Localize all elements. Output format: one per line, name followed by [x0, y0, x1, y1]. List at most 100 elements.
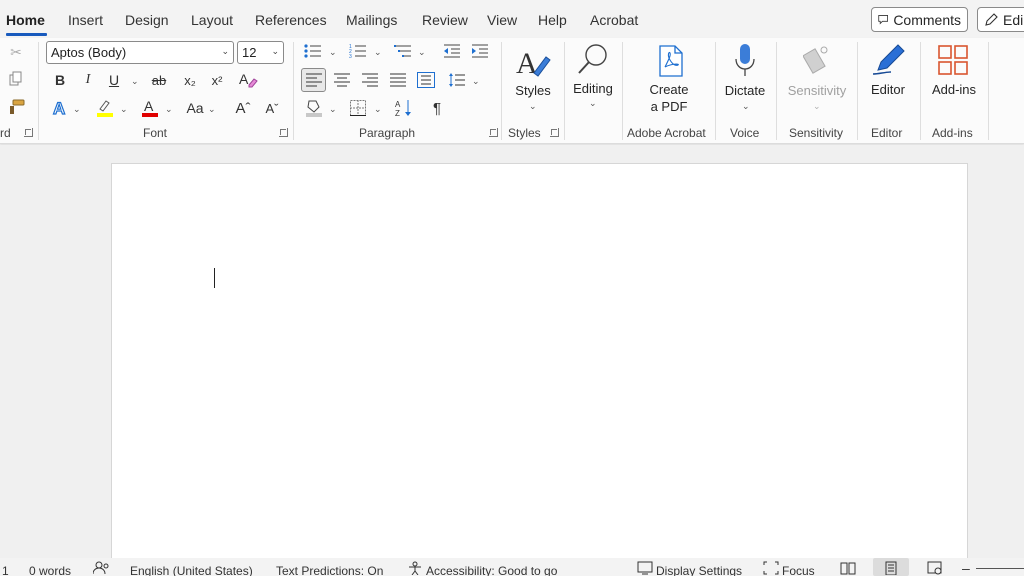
numbering-icon[interactable]: 123 — [348, 42, 368, 60]
italic-button[interactable]: I — [80, 71, 96, 89]
editor-pen-icon[interactable] — [872, 43, 906, 77]
distribute-icon[interactable] — [416, 71, 436, 89]
editing-mode-button[interactable]: Edi — [977, 7, 1024, 32]
show-formatting-marks-button[interactable]: ¶ — [428, 98, 446, 118]
zoom-slider-track[interactable] — [976, 568, 1024, 569]
focus-icon[interactable] — [763, 561, 779, 576]
tab-mailings[interactable]: Mailings — [346, 12, 397, 28]
text-predictions-status[interactable]: Text Predictions: On — [276, 564, 383, 576]
tab-layout[interactable]: Layout — [191, 12, 233, 28]
font-color-icon[interactable]: A — [140, 98, 160, 118]
styles-icon[interactable]: A — [514, 43, 552, 81]
multilevel-list-icon[interactable] — [393, 42, 413, 60]
underline-button[interactable]: U — [106, 71, 122, 89]
bullets-icon[interactable] — [303, 42, 323, 60]
chevron-down-icon[interactable]: ⌄ — [418, 47, 426, 58]
increase-indent-icon[interactable] — [470, 42, 490, 60]
copy-icon[interactable] — [8, 71, 24, 87]
accessibility-status[interactable]: Accessibility: Good to go — [426, 564, 557, 576]
borders-icon[interactable] — [348, 98, 368, 118]
addins-grid-icon[interactable] — [938, 45, 968, 75]
decrease-indent-icon[interactable] — [442, 42, 462, 60]
focus-button[interactable]: Focus — [782, 564, 815, 576]
editing-button-label[interactable]: Editing — [570, 81, 616, 96]
accessibility-icon[interactable] — [407, 561, 423, 576]
font-size-combo[interactable]: 12 ⌄ — [237, 41, 284, 64]
read-mode-icon[interactable] — [840, 561, 856, 576]
create-pdf-line1[interactable]: Create — [640, 82, 698, 97]
tab-insert[interactable]: Insert — [68, 12, 103, 28]
styles-dialog-launcher[interactable] — [550, 128, 559, 137]
group-separator — [920, 42, 921, 140]
word-count[interactable]: 0 words — [29, 564, 71, 576]
cut-icon[interactable]: ✂ — [8, 44, 24, 60]
group-separator — [715, 42, 716, 140]
tab-acrobat[interactable]: Acrobat — [590, 12, 638, 28]
chevron-down-icon[interactable]: ⌄ — [589, 98, 597, 109]
microphone-icon[interactable] — [734, 43, 756, 79]
subscript-button[interactable]: x₂ — [180, 71, 200, 89]
format-painter-icon[interactable] — [8, 99, 26, 115]
clear-formatting-icon[interactable]: A — [237, 70, 259, 90]
create-pdf-icon[interactable] — [656, 45, 686, 77]
styles-button-label[interactable]: Styles — [515, 83, 551, 98]
chevron-down-icon[interactable]: ⌄ — [329, 104, 337, 115]
zoom-out-button[interactable]: – — [962, 560, 970, 576]
comments-button[interactable]: Comments — [871, 7, 968, 32]
paragraph-dialog-launcher[interactable] — [489, 128, 498, 137]
language-indicator[interactable]: English (United States) — [130, 564, 253, 576]
create-pdf-line2[interactable]: a PDF — [640, 99, 698, 114]
editor-button-label[interactable]: Editor — [866, 82, 910, 97]
superscript-button[interactable]: x² — [207, 71, 227, 89]
line-spacing-icon[interactable] — [447, 71, 467, 89]
chevron-down-icon[interactable]: ⌄ — [131, 76, 139, 87]
align-center-icon[interactable] — [332, 71, 352, 89]
align-right-icon[interactable] — [360, 71, 380, 89]
page-number-indicator[interactable]: 1 — [2, 564, 9, 576]
tab-home[interactable]: Home — [6, 12, 45, 28]
svg-text:A: A — [144, 98, 154, 114]
document-canvas[interactable] — [0, 145, 1024, 558]
chevron-down-icon[interactable]: ⌄ — [374, 47, 382, 58]
highlight-color-icon[interactable] — [95, 98, 115, 118]
font-name-combo[interactable]: Aptos (Body) ⌄ — [46, 41, 234, 64]
chevron-down-icon[interactable]: ⌄ — [742, 101, 750, 112]
display-settings-icon[interactable] — [637, 561, 653, 576]
status-bar: 1 0 words English (United States) Text P… — [0, 558, 1024, 576]
shading-icon[interactable] — [304, 98, 324, 118]
tab-references[interactable]: References — [255, 12, 327, 28]
search-icon[interactable] — [576, 42, 610, 76]
grow-font-button[interactable]: Aˆ — [233, 98, 253, 118]
sort-icon[interactable]: AZ — [394, 98, 416, 118]
chevron-down-icon[interactable]: ⌄ — [120, 104, 128, 115]
collaboration-icon[interactable] — [92, 561, 111, 576]
change-case-button[interactable]: Aa — [184, 98, 206, 118]
chevron-down-icon[interactable]: ⌄ — [165, 104, 173, 115]
tab-help[interactable]: Help — [538, 12, 567, 28]
font-dialog-launcher[interactable] — [279, 128, 288, 137]
web-layout-icon[interactable] — [927, 561, 943, 576]
bold-button[interactable]: B — [52, 71, 68, 89]
chevron-down-icon[interactable]: ⌄ — [208, 104, 216, 115]
chevron-down-icon[interactable]: ⌄ — [374, 104, 382, 115]
clipboard-dialog-launcher[interactable] — [24, 128, 33, 137]
group-separator — [776, 42, 777, 140]
tab-review[interactable]: Review — [422, 12, 468, 28]
chevron-down-icon[interactable]: ⌄ — [529, 101, 537, 112]
strikethrough-button[interactable]: ab — [148, 71, 170, 89]
tab-view[interactable]: View — [487, 12, 517, 28]
display-settings-button[interactable]: Display Settings — [656, 564, 742, 576]
group-separator — [988, 42, 989, 140]
addins-button-label[interactable]: Add-ins — [926, 82, 982, 97]
dictate-button-label[interactable]: Dictate — [720, 83, 770, 98]
justify-icon[interactable] — [388, 71, 408, 89]
shrink-font-button[interactable]: Aˇ — [262, 98, 282, 118]
document-page[interactable] — [111, 163, 968, 558]
tab-design[interactable]: Design — [125, 12, 169, 28]
addins-group-label: Add-ins — [932, 126, 973, 140]
text-effects-icon[interactable]: A — [50, 98, 70, 118]
chevron-down-icon[interactable]: ⌄ — [73, 104, 81, 115]
chevron-down-icon[interactable]: ⌄ — [472, 76, 480, 87]
font-size-value: 12 — [242, 45, 257, 60]
chevron-down-icon[interactable]: ⌄ — [329, 47, 337, 58]
